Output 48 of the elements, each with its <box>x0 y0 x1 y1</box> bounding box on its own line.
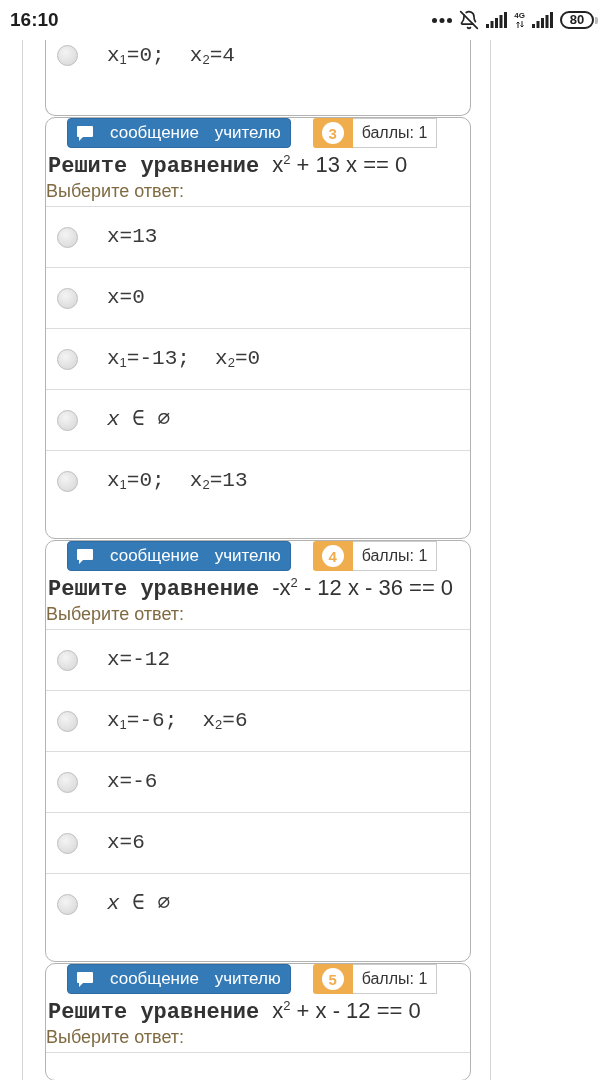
answer-option-text: x$_{1}$=-13; x$_{2}$=0 <box>107 348 261 370</box>
answer-option-text: x=0 <box>107 287 145 309</box>
answer-option-text: x ∈ ∅ <box>107 893 171 915</box>
data-arrows-icon <box>515 21 524 28</box>
radio-button[interactable] <box>57 226 78 248</box>
answer-option-text: x ∈ ∅ <box>107 409 171 431</box>
signal-icon <box>532 12 553 28</box>
question-text: Решите уравнение -x$^{2}$ - 12 x - 36 == 0 <box>47 574 455 602</box>
answer-option-text: x$_{1}$=0; x$_{2}$=4 <box>107 45 235 67</box>
answer-option-text: x=-6 <box>107 771 158 793</box>
speech-bubble-icon <box>77 125 93 141</box>
network-type-label: 4G <box>514 12 525 20</box>
battery-indicator: 80 <box>560 11 598 29</box>
answer-option-text: x=13 <box>107 226 158 248</box>
radio-button[interactable] <box>57 348 78 370</box>
points-label: баллы: 1 <box>352 118 438 148</box>
radio-button[interactable] <box>57 771 78 793</box>
question-text: Решите уравнение x$^{2}$ + 13 x == 0 <box>47 151 409 179</box>
more-icon <box>432 17 453 23</box>
speech-bubble-icon <box>77 548 93 564</box>
radio-button[interactable] <box>57 470 78 492</box>
answer-option-text: x=6 <box>107 832 145 854</box>
instruction-text: Выберите ответ: <box>46 603 186 626</box>
signal-icon <box>486 12 508 28</box>
instruction-text: Выберите ответ: <box>46 180 186 203</box>
radio-button[interactable] <box>57 710 78 732</box>
speech-bubble-icon <box>77 971 93 987</box>
radio-button[interactable] <box>57 893 78 915</box>
answer-option-text: x=-12 <box>107 649 170 671</box>
question-number-badge: 4 <box>312 541 353 571</box>
radio-button[interactable] <box>57 287 78 309</box>
points-label: баллы: 1 <box>352 964 438 994</box>
radio-button[interactable] <box>57 649 78 671</box>
answer-option-text: x$_{1}$=-6; x$_{2}$=6 <box>107 710 248 732</box>
question-text: Решите уравнение x$^{2}$ + x - 12 == 0 <box>47 997 422 1025</box>
instruction-text: Выберите ответ: <box>46 1026 186 1049</box>
clock-time: 16:10 <box>10 9 59 31</box>
bell-off-icon <box>459 10 480 30</box>
message-teacher-button[interactable]: сообщение учителю <box>67 118 291 148</box>
radio-button[interactable] <box>57 409 78 431</box>
question-number-badge: 3 <box>312 118 353 148</box>
message-teacher-button[interactable]: сообщение учителю <box>67 541 291 571</box>
question-number-badge: 5 <box>312 964 353 994</box>
message-teacher-button[interactable]: сообщение учителю <box>67 964 291 994</box>
radio-button[interactable] <box>57 832 78 854</box>
answer-option-text: x$_{1}$=0; x$_{2}$=13 <box>107 470 248 492</box>
radio-button[interactable] <box>57 45 78 66</box>
points-label: баллы: 1 <box>352 541 438 571</box>
